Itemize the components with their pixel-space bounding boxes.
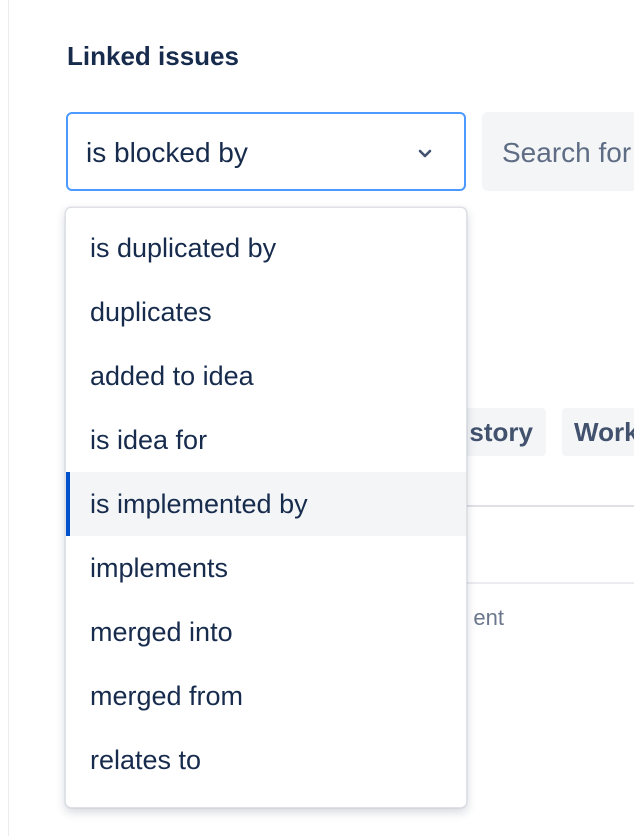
link-type-select[interactable]: is blocked by [66, 112, 466, 191]
divider [466, 582, 634, 584]
chip-label: Work [574, 417, 634, 447]
issue-type-chip-work[interactable]: Work [562, 408, 634, 456]
chip-label: story [469, 417, 533, 447]
dropdown-option[interactable]: merged into [66, 600, 466, 664]
dropdown-option[interactable]: merged from [66, 664, 466, 728]
partially-hidden-text: ent [473, 605, 504, 630]
dropdown-option[interactable]: is idea for [66, 408, 466, 472]
link-type-selected-value: is blocked by [86, 137, 248, 168]
dropdown-option[interactable]: is implemented by [66, 472, 466, 536]
dropdown-option[interactable]: is duplicated by [66, 216, 466, 280]
dropdown-option[interactable]: added to idea [66, 344, 466, 408]
dropdown-option[interactable]: duplicates [66, 280, 466, 344]
section-title: Linked issues [67, 41, 239, 71]
issue-search-input[interactable]: Search for [482, 112, 634, 191]
panel-divider [8, 0, 9, 836]
linked-issues-panel: Linked issues is blocked by Search for s… [0, 0, 634, 836]
dropdown-option[interactable]: relates to [66, 728, 466, 792]
dropdown-option[interactable]: implements [66, 536, 466, 600]
link-type-dropdown-menu: is duplicated by duplicates added to idea i… [65, 207, 467, 808]
divider [466, 505, 634, 507]
search-placeholder: Search for [502, 137, 632, 168]
chevron-down-icon [414, 142, 436, 164]
